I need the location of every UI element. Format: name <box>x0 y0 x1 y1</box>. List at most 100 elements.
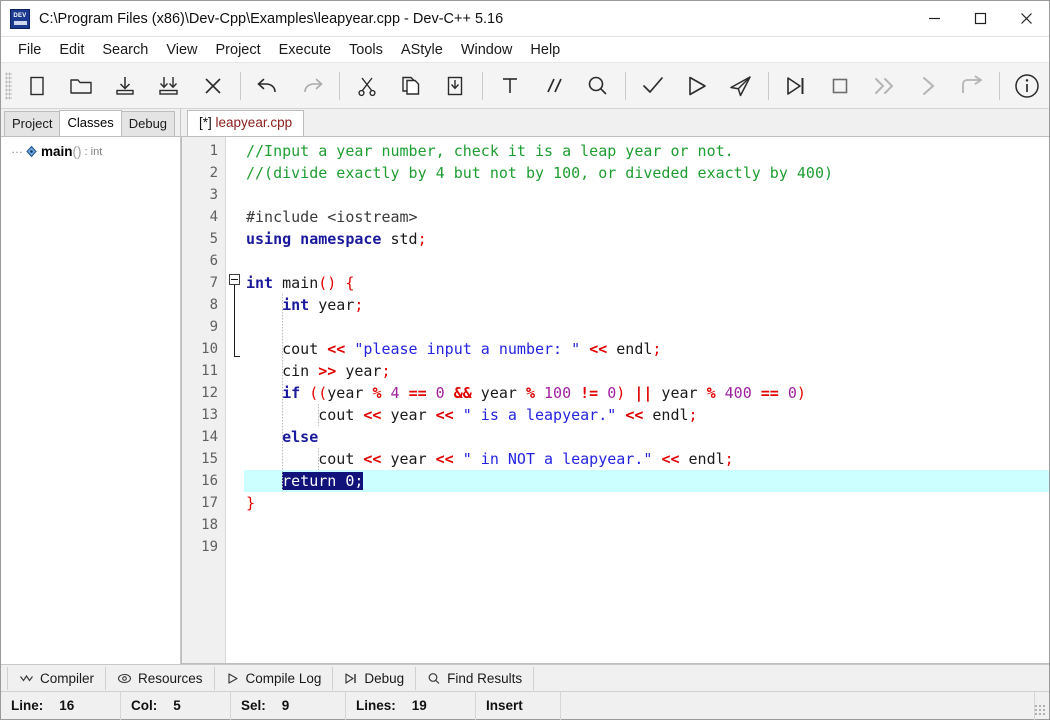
insert-text-button[interactable] <box>488 66 532 106</box>
code-line[interactable]: //(divide exactly by 4 but not by 100, o… <box>244 162 1049 184</box>
stop-execution-button[interactable] <box>818 66 862 106</box>
tree-item-args: () <box>73 144 82 159</box>
code-line[interactable]: if ((year % 4 == 0 && year % 100 != 0) |… <box>244 382 1049 404</box>
code-editor[interactable]: 12345678910111213141516171819 //Input a … <box>181 136 1049 664</box>
menu-execute[interactable]: Execute <box>270 39 340 61</box>
play-triangle-icon <box>226 672 240 685</box>
close-button[interactable] <box>1003 1 1049 37</box>
double-chevron-right-icon <box>871 74 897 98</box>
line-number: 19 <box>182 536 225 558</box>
bottom-tab-find-results[interactable]: Find Results <box>416 667 534 690</box>
toolbar-separator <box>240 72 241 100</box>
code-line[interactable] <box>244 536 1049 558</box>
status-insert-mode[interactable]: Insert <box>476 692 561 720</box>
tab-project[interactable]: Project <box>4 111 60 136</box>
open-file-button[interactable] <box>59 66 103 106</box>
copy-button[interactable] <box>389 66 433 106</box>
menu-edit[interactable]: Edit <box>50 39 93 61</box>
line-number: 11 <box>182 360 225 382</box>
minimize-button[interactable] <box>911 1 957 37</box>
editor-tab-leapyear[interactable]: [*] leapyear.cpp <box>187 110 304 136</box>
code-token: == <box>761 384 779 402</box>
code-token: int <box>246 274 273 292</box>
code-line[interactable]: using namespace std; <box>244 228 1049 250</box>
cut-button[interactable] <box>345 66 389 106</box>
tab-debug[interactable]: Debug <box>121 111 175 136</box>
compile-button[interactable] <box>631 66 675 106</box>
menu-view[interactable]: View <box>157 39 206 61</box>
compile-and-run-button[interactable] <box>719 66 763 106</box>
code-line[interactable]: cout << "please input a number: " << end… <box>244 338 1049 360</box>
code-line[interactable] <box>244 316 1049 338</box>
code-line[interactable]: return 0; <box>244 470 1049 492</box>
code-token: year <box>336 362 381 380</box>
paste-button[interactable] <box>433 66 477 106</box>
code-line[interactable]: else <box>244 426 1049 448</box>
redo-arrow-icon <box>298 74 326 98</box>
menu-project[interactable]: Project <box>207 39 270 61</box>
code-token <box>381 384 390 402</box>
code-line[interactable]: cout << year << " is a leapyear." << end… <box>244 404 1049 426</box>
code-line[interactable]: cout << year << " in NOT a leapyear." <<… <box>244 448 1049 470</box>
bottom-tab-resources[interactable]: Resources <box>106 667 215 690</box>
code-token: { <box>345 274 354 292</box>
bottom-tab-compile-log[interactable]: Compile Log <box>215 667 334 690</box>
double-slash-icon <box>542 74 566 98</box>
code-line[interactable]: //Input a year number, check it is a lea… <box>244 140 1049 162</box>
code-text-area[interactable]: //Input a year number, check it is a lea… <box>244 137 1049 663</box>
code-token: else <box>282 428 318 446</box>
code-line[interactable]: cin >> year; <box>244 360 1049 382</box>
toolbar-grip[interactable] <box>5 72 12 100</box>
code-line[interactable]: } <box>244 492 1049 514</box>
new-file-button[interactable] <box>15 66 59 106</box>
class-browser-tree[interactable]: … main () : int <box>1 136 180 664</box>
save-button[interactable] <box>103 66 147 106</box>
menu-tools[interactable]: Tools <box>340 39 392 61</box>
fold-toggle-icon[interactable] <box>229 274 240 285</box>
step-over-button[interactable] <box>950 66 994 106</box>
about-button[interactable] <box>1005 66 1049 106</box>
toggle-comment-button[interactable] <box>532 66 576 106</box>
close-file-button[interactable] <box>191 66 235 106</box>
menu-astyle[interactable]: AStyle <box>392 39 452 61</box>
menu-window[interactable]: Window <box>452 39 522 61</box>
line-number: 18 <box>182 514 225 536</box>
indent-guide <box>318 448 319 470</box>
code-token: << <box>661 450 679 468</box>
bottom-tab-compiler[interactable]: Compiler <box>7 667 106 690</box>
bottom-tab-label: Compile Log <box>246 671 322 686</box>
code-line[interactable] <box>244 184 1049 206</box>
code-line[interactable]: int year; <box>244 294 1049 316</box>
maximize-button[interactable] <box>957 1 1003 37</box>
tab-classes[interactable]: Classes <box>59 110 121 136</box>
code-token: std <box>391 230 418 248</box>
undo-button[interactable] <box>246 66 290 106</box>
bottom-tab-label: Resources <box>138 671 203 686</box>
code-token: year <box>472 384 526 402</box>
code-token: " in NOT a leapyear." <box>463 450 653 468</box>
code-line[interactable]: #include <iostream> <box>244 206 1049 228</box>
run-button[interactable] <box>675 66 719 106</box>
redo-button[interactable] <box>290 66 334 106</box>
code-token: << <box>436 450 454 468</box>
resize-grip[interactable] <box>1034 704 1046 716</box>
line-number: 14 <box>182 426 225 448</box>
code-token: 400 <box>725 384 752 402</box>
code-line[interactable] <box>244 514 1049 536</box>
menu-file[interactable]: File <box>9 39 50 61</box>
find-button[interactable] <box>576 66 620 106</box>
skip-function-button[interactable] <box>862 66 906 106</box>
debug-button[interactable] <box>774 66 818 106</box>
code-line[interactable] <box>244 250 1049 272</box>
save-all-button[interactable] <box>147 66 191 106</box>
menu-search[interactable]: Search <box>93 39 157 61</box>
next-step-button[interactable] <box>906 66 950 106</box>
code-line[interactable]: int main() { <box>244 272 1049 294</box>
bottom-tab-debug[interactable]: Debug <box>333 667 416 690</box>
main-body: Project Classes Debug … main () : int <box>1 109 1049 664</box>
code-folding-column[interactable] <box>226 137 244 663</box>
toolbar-separator <box>482 72 483 100</box>
tree-item-main[interactable]: … main () : int <box>1 142 180 161</box>
menu-help[interactable]: Help <box>521 39 569 61</box>
code-token: << <box>625 406 643 424</box>
